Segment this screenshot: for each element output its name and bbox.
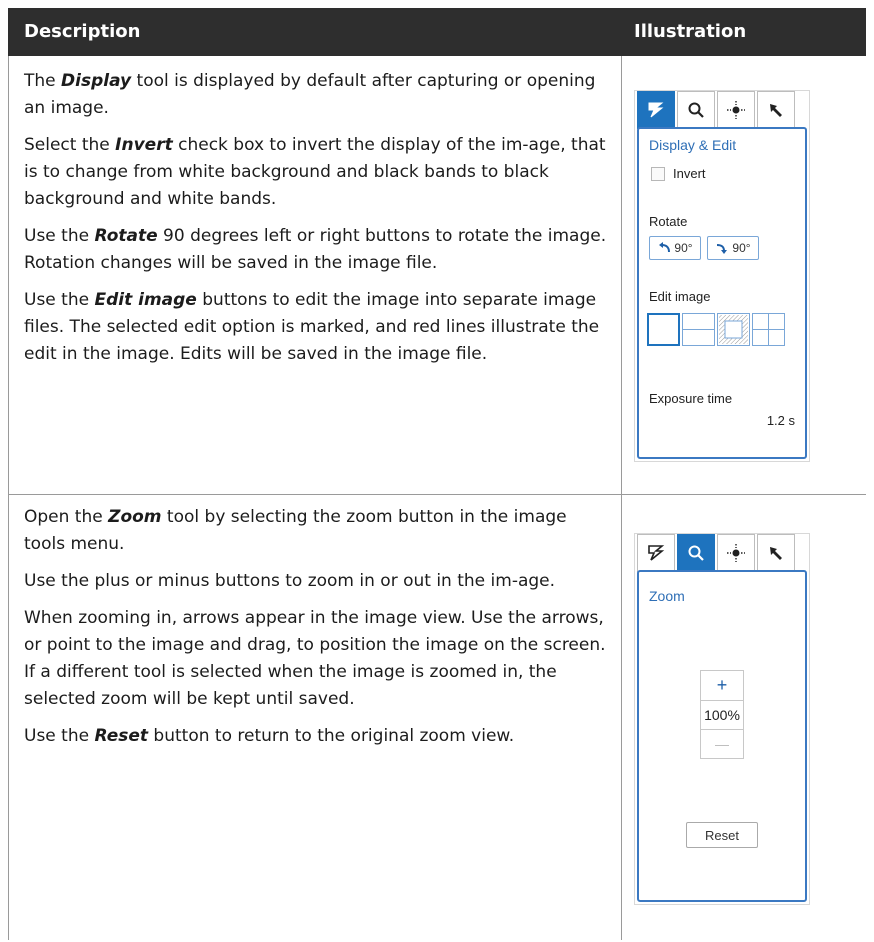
crop-border-icon — [719, 315, 748, 344]
invert-label: Invert — [673, 166, 706, 181]
invert-checkbox[interactable] — [651, 167, 665, 181]
paragraph: The Display tool is displayed by default… — [24, 71, 596, 118]
row-zoom-description: Open the Zoom tool by selecting the zoom… — [24, 504, 612, 760]
display-edit-panel: Display & Edit Invert Rotate 90° 90° Edi… — [634, 90, 810, 462]
table-header: Description Illustration — [8, 8, 866, 56]
paragraph: Use the Rotate 90 degrees left or right … — [24, 226, 607, 273]
pointer-tool-tab[interactable] — [757, 534, 795, 572]
brightness-tool-tab[interactable] — [717, 91, 755, 129]
display-tool-icon — [648, 545, 665, 561]
paragraph: Open the Zoom tool by selecting the zoom… — [24, 507, 567, 554]
zoom-out-button[interactable]: — — [701, 729, 743, 758]
edit-crop-border-button[interactable] — [717, 313, 750, 346]
brightness-tool-icon — [727, 544, 745, 562]
pointer-tool-icon — [770, 104, 782, 117]
exposure-time-value: 1.2 s — [766, 413, 795, 428]
edit-split-horizontal-button[interactable] — [682, 313, 715, 346]
rotate-right-label: 90° — [732, 241, 751, 255]
display-tool-icon — [648, 102, 664, 118]
display-tool-tab[interactable] — [637, 91, 675, 129]
edit-split-quad-button[interactable] — [752, 313, 785, 346]
zoom-in-button[interactable]: + — [701, 671, 743, 700]
reset-button[interactable]: Reset — [686, 822, 758, 848]
edit-image-label: Edit image — [649, 289, 711, 304]
exposure-time-label: Exposure time — [649, 391, 733, 406]
zoom-tool-icon — [688, 545, 704, 561]
split-horizontal-icon — [683, 329, 714, 330]
rotate-right-icon — [717, 244, 728, 254]
split-quad-icon — [753, 314, 784, 345]
rotate-left-icon — [659, 242, 671, 253]
rotate-left-label: 90° — [674, 241, 693, 255]
display-tool-tab[interactable] — [637, 534, 675, 572]
zoom-tool-tab[interactable] — [677, 91, 715, 129]
rotate-label: Rotate — [649, 214, 688, 229]
rotate-left-button[interactable]: 90° — [649, 236, 701, 260]
paragraph: Use the Reset button to return to the or… — [24, 726, 515, 746]
zoom-level: 100% — [701, 700, 743, 729]
edit-full-button[interactable] — [647, 313, 680, 346]
paragraph: Use the plus or minus buttons to zoom in… — [24, 571, 556, 591]
paragraph: Select the Invert check box to invert th… — [24, 135, 606, 209]
paragraph: Use the Edit image buttons to edit the i… — [24, 290, 600, 364]
row-divider — [8, 494, 866, 495]
zoom-tool-tab[interactable] — [677, 534, 715, 572]
zoom-panel: Zoom + 100% — Reset — [634, 533, 810, 905]
header-description: Description — [24, 21, 141, 42]
header-illustration: Illustration — [634, 21, 747, 42]
column-divider — [621, 56, 622, 940]
rotate-right-button[interactable]: 90° — [707, 236, 759, 260]
brightness-tool-tab[interactable] — [717, 534, 755, 572]
display-edit-box: Display & Edit Invert Rotate 90° 90° Edi… — [637, 127, 807, 459]
zoom-box: Zoom + 100% — Reset — [637, 570, 807, 902]
panel-title: Display & Edit — [649, 137, 737, 153]
brightness-tool-icon — [727, 101, 745, 119]
panel-title: Zoom — [649, 588, 685, 604]
pointer-tool-icon — [770, 547, 782, 560]
left-border — [8, 56, 9, 940]
zoom-control: + 100% — — [700, 670, 744, 759]
zoom-tool-icon — [688, 102, 704, 118]
row-display-description: The Display tool is displayed by default… — [24, 68, 612, 378]
pointer-tool-tab[interactable] — [757, 91, 795, 129]
paragraph: When zooming in, arrows appear in the im… — [24, 608, 606, 709]
